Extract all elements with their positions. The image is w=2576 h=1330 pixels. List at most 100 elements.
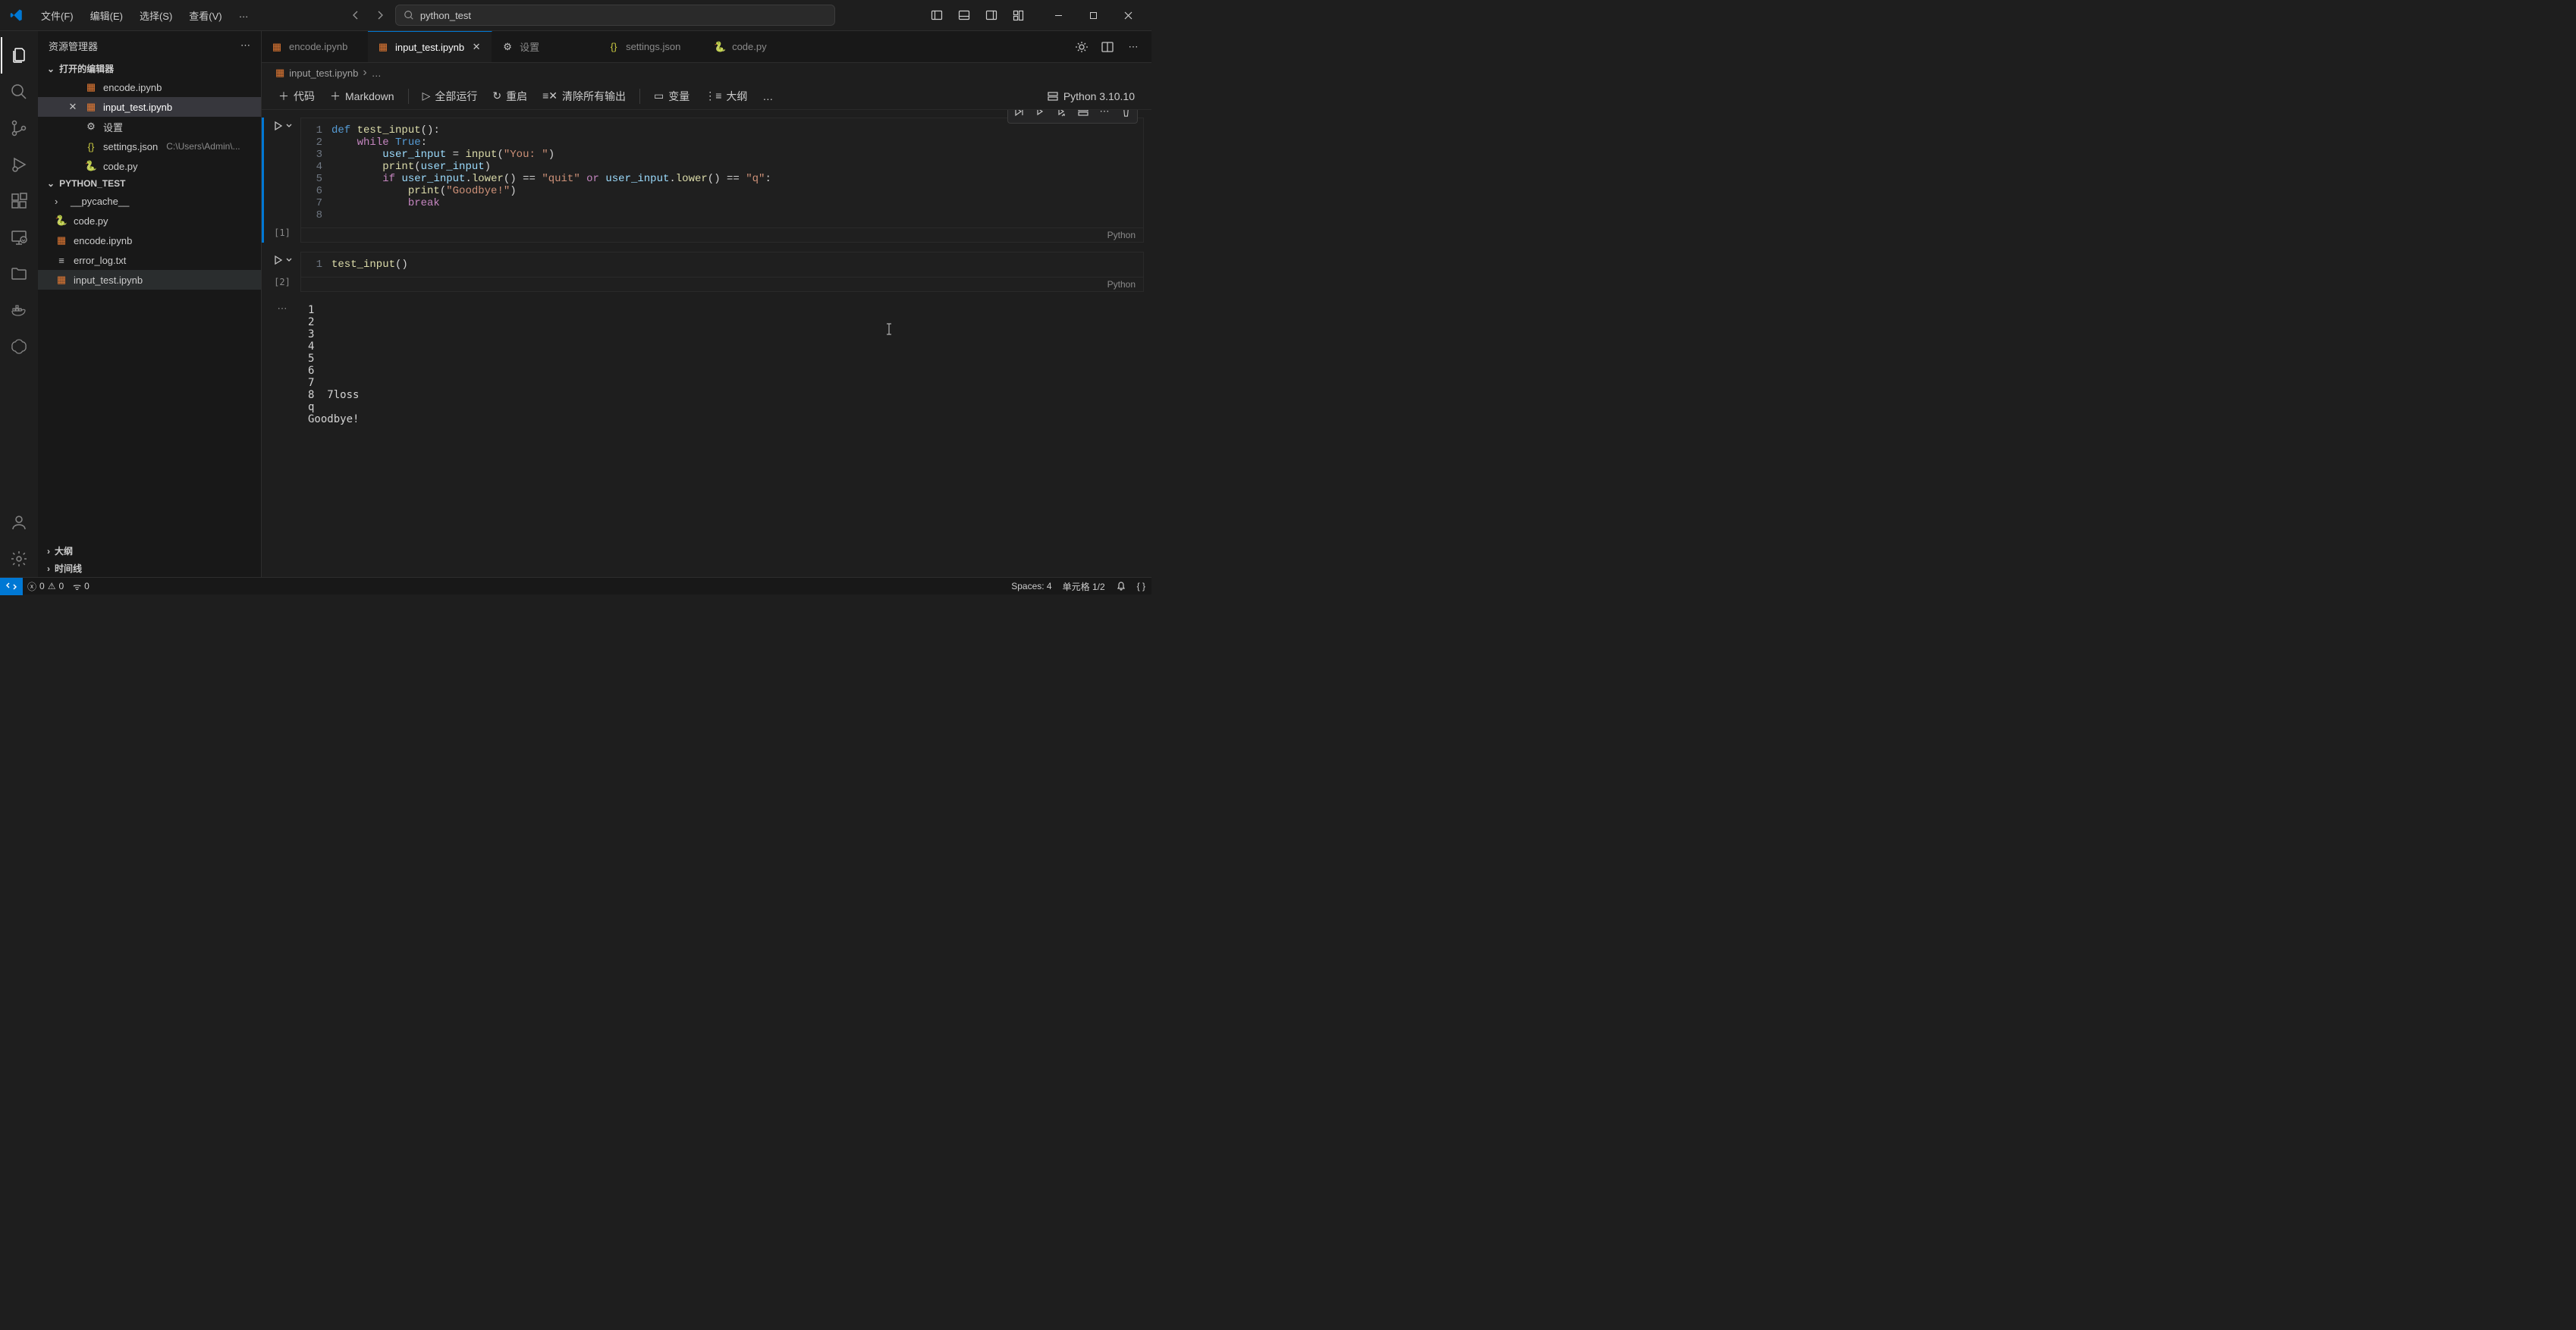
code-cell[interactable]: ⋯ [1] 12345678 def test_input(): while T… [262,118,1144,243]
open-editor-item[interactable]: {} settings.json C:\Users\Admin\... [38,136,261,156]
open-editor-item[interactable]: ⚙ 设置 [38,117,261,136]
menu-select[interactable]: 选择(S) [132,4,180,27]
open-editor-item[interactable]: ✕ ▦ input_test.ipynb [38,97,261,117]
tree-file[interactable]: ≡ error_log.txt [38,250,261,270]
remote-indicator[interactable] [0,578,23,595]
run-cell-button[interactable] [272,121,293,131]
cell-more-icon[interactable]: ⋯ [1095,110,1114,121]
variables-button[interactable]: ▭变量 [648,86,696,107]
menu-view[interactable]: 查看(V) [181,4,229,27]
run-all-button[interactable]: ▷全部运行 [416,86,484,107]
folder-root-header[interactable]: ⌄ PYTHON_TEST [38,176,261,191]
menu-more[interactable]: … [231,4,256,27]
close-icon[interactable]: ✕ [67,101,79,113]
error-icon: ⓧ [27,580,36,593]
run-settings-icon[interactable] [1071,36,1092,58]
json-icon: {} [84,141,98,152]
open-editors-list: ▦ encode.ipynb ✕ ▦ input_test.ipynb ⚙ 设置… [38,77,261,176]
execute-above-icon[interactable] [1031,110,1051,121]
layout-sidebar-right-icon[interactable] [980,4,1003,27]
activity-folder-icon[interactable] [1,256,37,292]
clear-icon: ≡✕ [542,89,558,102]
tree-folder[interactable]: › __pycache__ [38,191,261,211]
activity-settings-icon[interactable] [1,541,37,577]
layout-panel-icon[interactable] [953,4,975,27]
cell-editor[interactable]: 1 test_input() Python [300,252,1144,292]
warning-icon: ⚠ [48,581,56,591]
activity-explorer-icon[interactable] [1,37,37,74]
more-button[interactable]: … [756,87,779,105]
python-icon: 🐍 [84,160,98,172]
problems-indicator[interactable]: ⓧ0 ⚠0 [27,580,64,593]
split-cell-icon[interactable] [1073,110,1093,121]
activity-extensions-icon[interactable] [1,183,37,219]
split-editor-icon[interactable] [1097,36,1118,58]
layout-sidebar-left-icon[interactable] [925,4,948,27]
nav-forward-icon[interactable] [371,6,389,24]
output-text[interactable]: 1 2 3 4 5 6 7 8 7loss q Goodbye! [300,301,1144,428]
activitybar [0,31,38,577]
activity-docker-icon[interactable] [1,292,37,328]
open-editor-item[interactable]: 🐍 code.py [38,156,261,176]
customize-layout-icon[interactable] [1007,4,1030,27]
menu-file[interactable]: 文件(F) [33,4,81,27]
open-editor-item[interactable]: ▦ encode.ipynb [38,77,261,97]
add-code-cell-button[interactable]: ＋代码 [272,86,321,107]
outline-button[interactable]: ⋮≡大纲 [699,86,753,107]
antenna-icon: ᯤ [73,580,81,593]
activity-search-icon[interactable] [1,74,37,110]
command-center[interactable]: python_test [395,5,835,26]
activity-remote-icon[interactable] [1,219,37,256]
code-content[interactable]: def test_input(): while True: user_input… [331,124,1143,221]
cell-editor[interactable]: 12345678 def test_input(): while True: u… [300,118,1144,243]
restart-button[interactable]: ↻重启 [486,86,533,107]
run-cell-button[interactable] [272,255,293,265]
outline-header[interactable]: › 大纲 [38,542,261,560]
cell-position-indicator[interactable]: 单元格 1/2 [1063,580,1105,593]
execute-below-icon[interactable] [1052,110,1072,121]
timeline-header[interactable]: › 时间线 [38,560,261,577]
chevron-right-icon: › [55,196,65,207]
nav-back-icon[interactable] [347,6,365,24]
close-icon[interactable]: ✕ [470,41,482,53]
tree-file[interactable]: ▦ input_test.ipynb [38,270,261,290]
notebook-body[interactable]: ⋯ [1] 12345678 def test_input(): while T… [262,110,1151,577]
tree-file[interactable]: 🐍 code.py [38,211,261,231]
ports-indicator[interactable]: ᯤ0 [73,580,90,593]
more-actions-icon[interactable]: ⋯ [1123,36,1144,58]
notebook-icon: ▦ [275,67,284,79]
notifications-icon[interactable] [1116,581,1126,591]
activity-debug-icon[interactable] [1,146,37,183]
editor-tab[interactable]: ▦ input_test.ipynb ✕ [368,31,492,62]
editor-tab[interactable]: ▦ encode.ipynb [262,31,368,62]
run-by-line-icon[interactable] [1010,110,1029,121]
output-menu-icon[interactable]: ⋯ [278,303,287,315]
window-maximize-icon[interactable] [1076,4,1111,27]
bracket-icon[interactable]: { } [1137,581,1145,591]
code-cell[interactable]: [2] 1 test_input() Python [262,252,1144,292]
chevron-right-icon: › [47,563,50,574]
code-content[interactable]: test_input() [331,259,1143,271]
activity-account-icon[interactable] [1,504,37,541]
activity-chatgpt-icon[interactable] [1,328,37,365]
open-editors-header[interactable]: ⌄ 打开的编辑器 [38,60,261,77]
editor-tab[interactable]: 🐍 code.py [705,31,811,62]
tree-file[interactable]: ▦ encode.ipynb [38,231,261,250]
editor-tab[interactable]: ⚙ 设置 [492,31,598,62]
notebook-icon: ▦ [55,234,68,246]
clear-outputs-button[interactable]: ≡✕清除所有输出 [536,86,632,107]
editor-tab[interactable]: {} settings.json [598,31,705,62]
activity-scm-icon[interactable] [1,110,37,146]
cell-language[interactable]: Python [301,227,1143,242]
breadcrumb[interactable]: ▦ input_test.ipynb … [262,63,1151,83]
menu-edit[interactable]: 编辑(E) [83,4,130,27]
add-markdown-cell-button[interactable]: ＋Markdown [324,86,401,107]
kernel-picker[interactable]: Python 3.10.10 [1041,87,1141,105]
json-icon: {} [608,41,620,52]
cell-language[interactable]: Python [301,277,1143,291]
window-minimize-icon[interactable] [1041,4,1076,27]
indentation-indicator[interactable]: Spaces: 4 [1011,581,1051,591]
sidebar-more-icon[interactable]: ⋯ [240,39,250,52]
delete-cell-icon[interactable] [1116,110,1136,121]
window-close-icon[interactable] [1111,4,1145,27]
